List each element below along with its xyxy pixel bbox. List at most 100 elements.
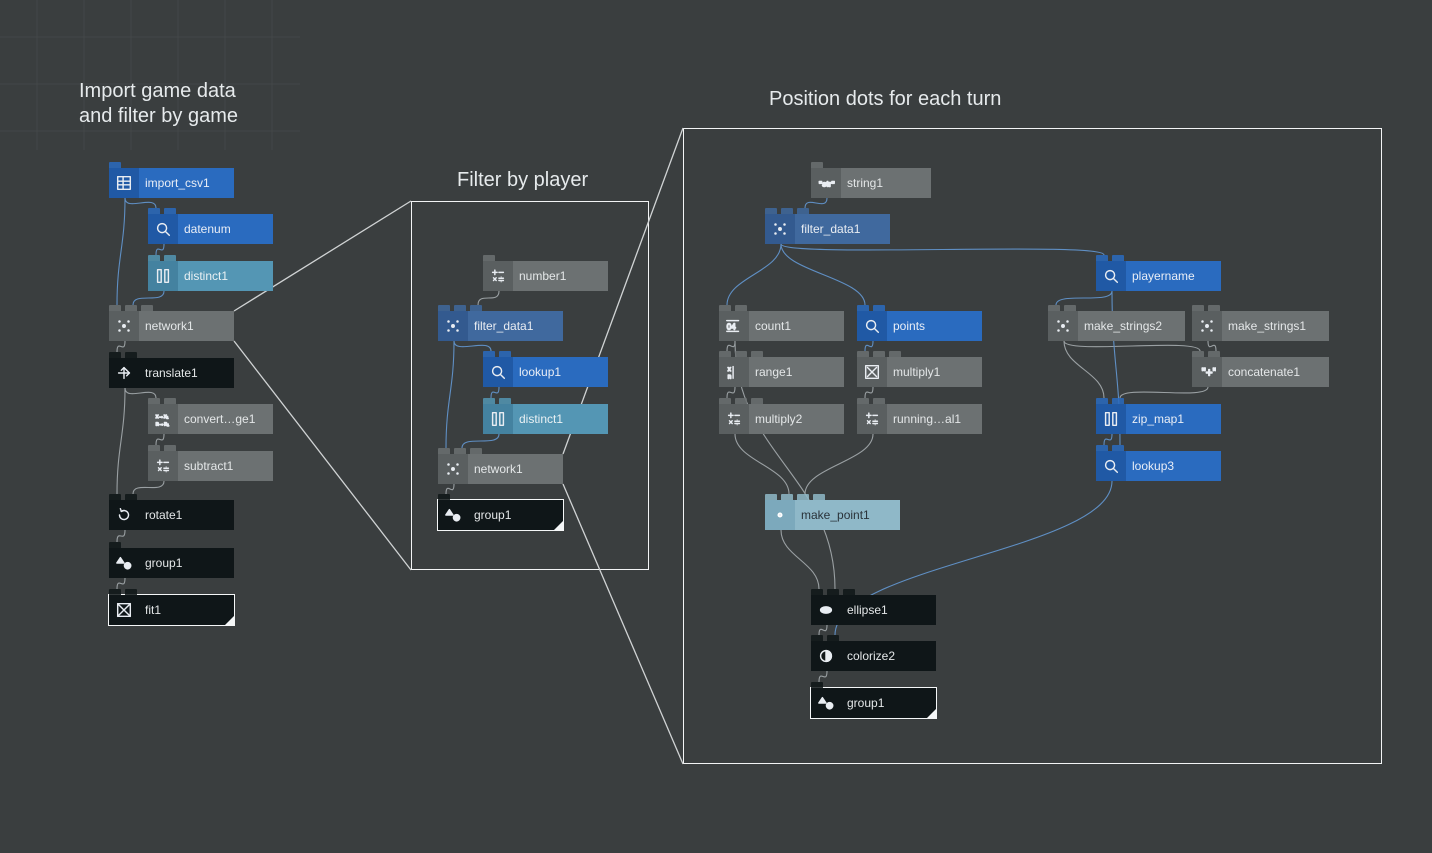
range-icon: xn (719, 357, 749, 387)
node-distinct_m[interactable]: distinct1 (483, 404, 608, 434)
shapes-icon (811, 688, 841, 718)
str-icon: "str" (811, 168, 841, 198)
node-label: colorize2 (841, 649, 936, 663)
section-title-mid: Filter by player (457, 168, 588, 193)
columns-icon (1096, 404, 1126, 434)
node-label: datenum (178, 222, 273, 236)
plus-icon: "+" (1192, 357, 1222, 387)
node-lookup1[interactable]: lookup1 (483, 357, 608, 387)
node-label: range1 (749, 365, 844, 379)
node-label: rotate1 (139, 508, 234, 522)
node-label: make_strings1 (1222, 319, 1329, 333)
section-title-left: Import game data and filter by game (79, 79, 238, 129)
dot-icon (765, 500, 795, 530)
node-label: count1 (749, 319, 844, 333)
node-filter_r[interactable]: filter_data1 (765, 214, 890, 244)
node-rotate1[interactable]: rotate1 (109, 500, 234, 530)
node-label: filter_data1 (468, 319, 563, 333)
node-multiply1[interactable]: multiply1 (857, 357, 982, 387)
svg-text:x: x (728, 366, 732, 373)
node-label: make_point1 (795, 508, 900, 522)
node-range1[interactable]: xnrange1 (719, 357, 844, 387)
node-running1[interactable]: running…al1 (857, 404, 982, 434)
dots-icon (438, 454, 468, 484)
shapes-icon (438, 500, 468, 530)
node-label: group1 (468, 508, 563, 522)
node-ellipse1[interactable]: ellipse1 (811, 595, 936, 625)
node-playername[interactable]: playername (1096, 261, 1221, 291)
node-mk_str1[interactable]: make_strings1 (1192, 311, 1329, 341)
search-icon (1096, 261, 1126, 291)
dots-icon (765, 214, 795, 244)
node-count1[interactable]: 04 count1 (719, 311, 844, 341)
node-label: concatenate1 (1222, 365, 1329, 379)
node-string1[interactable]: "str"string1 (811, 168, 931, 198)
svg-text:04: 04 (727, 323, 736, 332)
node-make_point1[interactable]: make_point1 (765, 500, 900, 530)
node-group_l[interactable]: group1 (109, 548, 234, 578)
node-label: import_csv1 (139, 176, 234, 190)
search-icon (148, 214, 178, 244)
node-label: distinct1 (178, 269, 273, 283)
node-group_m[interactable]: group1 (438, 500, 563, 530)
node-subtract1[interactable]: subtract1 (148, 451, 273, 481)
ops-icon (719, 404, 749, 434)
ops-icon (483, 261, 513, 291)
node-lookup3[interactable]: lookup3 (1096, 451, 1221, 481)
node-label: multiply2 (749, 412, 844, 426)
table-icon (109, 168, 139, 198)
node-label: multiply1 (887, 365, 982, 379)
count-icon: 04 (719, 311, 749, 341)
node-zip_map1[interactable]: zip_map1 (1096, 404, 1221, 434)
node-label: points (887, 319, 982, 333)
node-label: fit1 (139, 603, 234, 617)
node-label: playername (1126, 269, 1221, 283)
node-colorize2[interactable]: colorize2 (811, 641, 936, 671)
node-fit1[interactable]: fit1 (109, 595, 234, 625)
node-convertge1[interactable]: x→x₁n→n₁convert…ge1 (148, 404, 273, 434)
node-filter_m[interactable]: filter_data1 (438, 311, 563, 341)
node-label: running…al1 (887, 412, 982, 426)
arrows-icon (109, 358, 139, 388)
box-x-icon (109, 595, 139, 625)
node-concat1[interactable]: "+"concatenate1 (1192, 357, 1329, 387)
search-icon (483, 357, 513, 387)
math-icon: x→x₁n→n₁ (148, 404, 178, 434)
node-number1[interactable]: number1 (483, 261, 608, 291)
node-distinct_l[interactable]: distinct1 (148, 261, 273, 291)
dots-icon (109, 311, 139, 341)
node-datenum[interactable]: datenum (148, 214, 273, 244)
node-mk_str2[interactable]: make_strings2 (1048, 311, 1185, 341)
node-label: network1 (139, 319, 234, 333)
node-network_l[interactable]: network1 (109, 311, 234, 341)
node-label: number1 (513, 269, 608, 283)
node-translate1[interactable]: translate1 (109, 358, 234, 388)
node-label: convert…ge1 (178, 412, 273, 426)
shapes-icon (109, 548, 139, 578)
node-group_r[interactable]: group1 (811, 688, 936, 718)
node-multiply2[interactable]: multiply2 (719, 404, 844, 434)
dots-icon (1192, 311, 1222, 341)
node-label: lookup1 (513, 365, 608, 379)
node-label: filter_data1 (795, 222, 890, 236)
mult-icon (857, 357, 887, 387)
node-points[interactable]: points (857, 311, 982, 341)
color-icon (811, 641, 841, 671)
node-network_m[interactable]: network1 (438, 454, 563, 484)
section-title-right: Position dots for each turn (769, 87, 1001, 112)
ops-icon (857, 404, 887, 434)
svg-text:n: n (728, 373, 732, 380)
node-import_csv1[interactable]: import_csv1 (109, 168, 234, 198)
node-label: translate1 (139, 366, 234, 380)
ops-icon (148, 451, 178, 481)
rotate-icon (109, 500, 139, 530)
node-label: group1 (841, 696, 936, 710)
node-label: lookup3 (1126, 459, 1221, 473)
node-label: make_strings2 (1078, 319, 1185, 333)
search-icon (1096, 451, 1126, 481)
node-label: subtract1 (178, 459, 273, 473)
node-label: group1 (139, 556, 234, 570)
svg-text:n→n₁: n→n₁ (156, 421, 169, 427)
node-label: network1 (468, 462, 563, 476)
node-label: distinct1 (513, 412, 608, 426)
